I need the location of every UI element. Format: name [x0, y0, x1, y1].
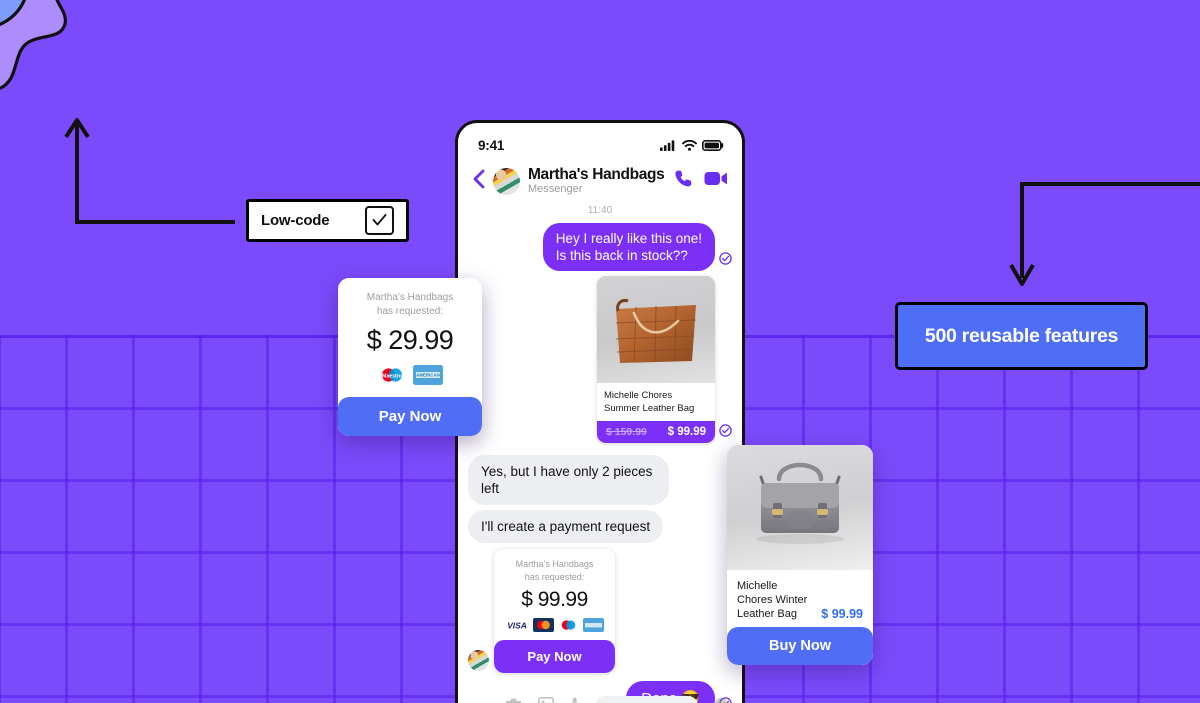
status-time: 9:41: [478, 137, 505, 153]
payment-requester: Martha's Handbags has requested:: [515, 559, 594, 582]
microphone-icon[interactable]: [570, 697, 579, 703]
features-label: 500 reusable features: [924, 324, 1119, 347]
delivered-check-icon: [719, 252, 732, 270]
product-price-new: $ 99.99: [667, 425, 706, 438]
camera-icon[interactable]: [505, 697, 522, 703]
features-callout[interactable]: 500 reusable features: [895, 302, 1148, 370]
amex-icon: [583, 617, 604, 632]
chat-body: 11:40 Hey I really like this one! Is this…: [458, 205, 742, 703]
svg-text:VISA: VISA: [507, 620, 527, 630]
signal-icon: [660, 139, 675, 151]
maestro-icon: Maestro: [377, 365, 407, 385]
floating-pay-now-button[interactable]: Pay Now: [338, 397, 482, 436]
amex-icon: AMERICAN: [413, 365, 443, 385]
svg-text:Maestro: Maestro: [382, 373, 402, 379]
floating-product-body: Michelle Chores Winter Leather Bag $ 99.9…: [727, 570, 873, 627]
floating-payment-requester: Martha's Handbags has requested:: [338, 278, 482, 318]
contact-subtitle: Messenger: [528, 183, 583, 196]
delivered-check-icon: [719, 423, 732, 442]
payment-request-card[interactable]: Martha's Handbags has requested: $ 99.99 …: [494, 549, 615, 673]
arrow-down-elbow-icon: [1009, 182, 1200, 286]
payment-amount: $ 99.99: [521, 587, 588, 611]
chat-timestamp: 11:40: [587, 204, 613, 216]
maestro-icon: [558, 617, 579, 632]
floating-payment-card[interactable]: Martha's Handbags has requested: $ 29.99…: [338, 278, 482, 436]
back-chevron-icon[interactable]: [472, 169, 485, 194]
gallery-icon[interactable]: [538, 697, 554, 703]
status-icons: [660, 139, 724, 151]
message-row: Martha's Handbags has requested: $ 99.99 …: [468, 549, 732, 673]
contact-avatar[interactable]: [493, 167, 520, 195]
grey-satchel-handbag: [727, 445, 873, 570]
contact-name: Martha's Handbags: [528, 166, 665, 183]
requester-line-1: Martha's Handbags: [366, 292, 454, 303]
phone-call-icon[interactable]: [674, 169, 693, 193]
sender-avatar: [468, 649, 489, 671]
mastercard-icon: [533, 617, 554, 632]
lowcode-label: Low-code: [261, 212, 330, 229]
card-logos: VISA: [494, 616, 615, 642]
visa-icon: VISA: [505, 617, 529, 632]
chat-header-text: Martha's Handbags Messenger: [528, 166, 666, 196]
chat-header-actions: [674, 169, 728, 193]
message-input[interactable]: [595, 696, 698, 703]
phone-mockup: 9:41 Martha's Handbags Messenger 11:40 H…: [455, 120, 745, 703]
product-card-summer[interactable]: Michelle Chores Summer Leather Bag $ 159…: [597, 276, 715, 443]
video-camera-icon[interactable]: [704, 170, 728, 192]
product-price-bar: $ 159.99 $ 99.99: [597, 420, 715, 443]
battery-icon: [702, 139, 724, 151]
message-bubble-incoming[interactable]: I'll create a payment request: [468, 510, 664, 544]
floating-product-price: $ 99.99: [821, 607, 863, 622]
product-price-old: $ 159.99: [606, 425, 647, 438]
floating-card-logos: Maestro AMERICAN: [338, 362, 482, 399]
svg-text:AMERICAN: AMERICAN: [416, 373, 440, 378]
floating-payment-amount: $ 29.99: [366, 325, 454, 355]
canvas-root: Low-code 500 reusable features 9:41 Mart…: [0, 0, 1200, 703]
message-row: Hey I really like this one! Is this back …: [468, 222, 732, 272]
sticker-icon[interactable]: [714, 697, 728, 703]
message-row: Yes, but I have only 2 pieces left: [468, 454, 732, 506]
pay-now-button[interactable]: Pay Now: [494, 639, 615, 673]
check-icon[interactable]: [365, 206, 394, 235]
arrow-up-elbow-icon: [64, 118, 235, 224]
message-row: Michelle Chores Summer Leather Bag $ 159…: [468, 276, 732, 443]
buy-now-button[interactable]: Buy Now: [727, 627, 873, 666]
status-bar: 9:41: [458, 123, 742, 159]
message-bubble-incoming[interactable]: Yes, but I have only 2 pieces left: [468, 454, 669, 506]
floating-product-title: Michelle Chores Winter Leather Bag: [737, 580, 808, 621]
requester-line-2: has requested:: [376, 305, 444, 317]
floating-product-card[interactable]: Michelle Chores Winter Leather Bag $ 99.9…: [727, 445, 873, 666]
decorative-blob-shape: [0, 0, 67, 90]
message-bubble-outgoing[interactable]: Hey I really like this one! Is this back …: [542, 222, 715, 272]
wifi-icon: [682, 139, 697, 151]
composer-toolbar: [458, 695, 742, 703]
chat-header: Martha's Handbags Messenger: [458, 159, 742, 202]
product-title: Michelle Chores Summer Leather Bag: [604, 390, 695, 414]
lowcode-callout[interactable]: Low-code: [246, 199, 409, 242]
brown-woven-handbag: [597, 276, 715, 384]
message-row: I'll create a payment request: [468, 510, 732, 544]
